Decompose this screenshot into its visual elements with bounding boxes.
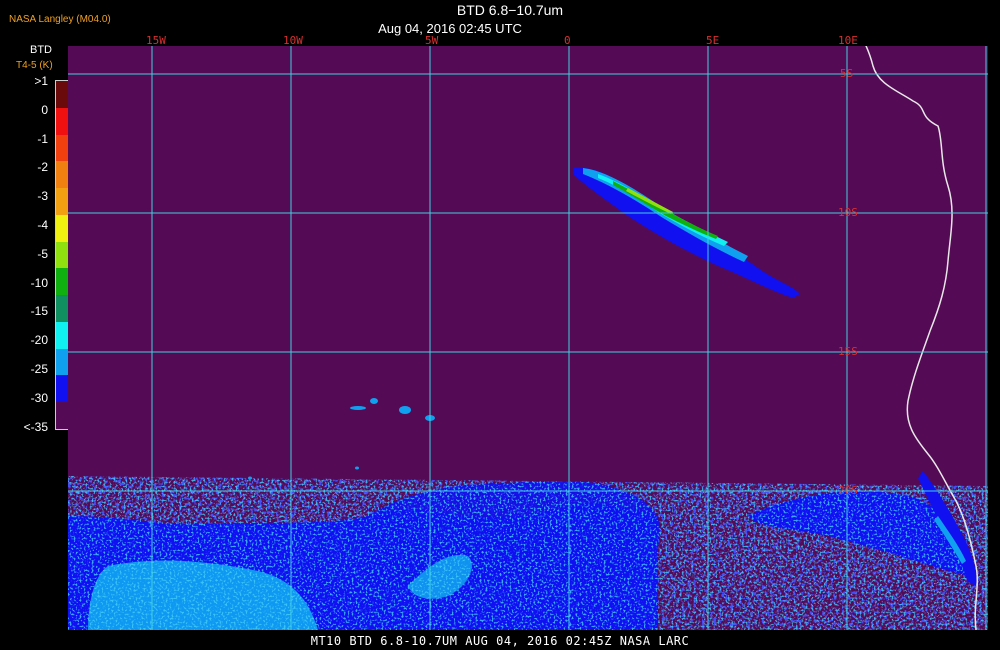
legend-label: -4 (37, 218, 48, 232)
legend-label: -25 (30, 362, 48, 376)
legend-label: -30 (30, 390, 48, 405)
legend-label: <-35 (23, 419, 48, 434)
legend-title: BTD (30, 44, 52, 56)
legend-label: -10 (30, 275, 48, 290)
legend-units: T4-5 (K) (16, 60, 53, 71)
satellite-map (68, 46, 988, 630)
legend-label: -1 (37, 131, 48, 146)
credit-label: NASA Langley (M04.0) (9, 14, 111, 25)
legend-label: -15 (30, 304, 48, 319)
legend-label: 0 (41, 102, 48, 117)
image-title: BTD 6.8−10.7um (456, 2, 564, 18)
legend-label: -3 (37, 189, 48, 204)
image-timestamp: Aug 04, 2016 02:45 UTC (378, 21, 522, 36)
lat-label: 5S (840, 67, 854, 80)
legend-label: -2 (37, 160, 48, 175)
lat-label: 15S (838, 345, 858, 358)
legend-label: -20 (30, 333, 48, 348)
legend-label: >1 (34, 74, 48, 88)
footer-caption: MT10 BTD 6.8-10.7UM AUG 04, 2016 02:45Z … (310, 634, 690, 648)
lat-label: 20S (838, 484, 858, 497)
legend-label: -5 (37, 246, 48, 261)
lat-label: 10S (838, 206, 858, 219)
